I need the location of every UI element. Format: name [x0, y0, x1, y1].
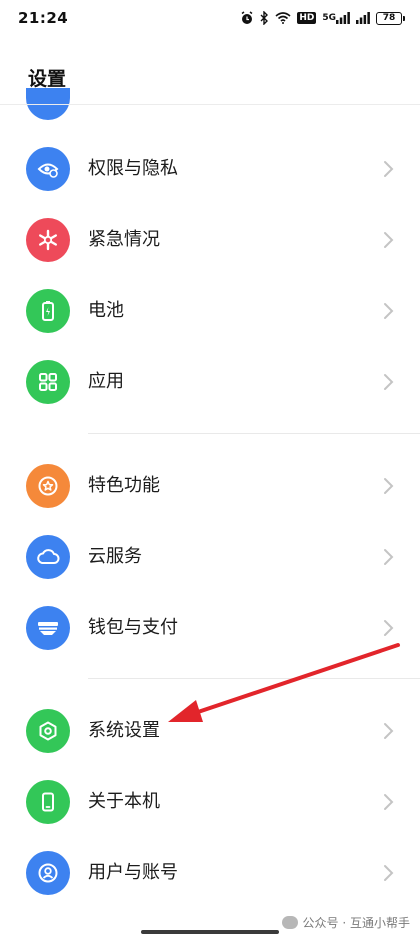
chevron-right-icon — [384, 303, 394, 319]
group-divider — [88, 433, 420, 434]
wallet-icon — [26, 606, 70, 650]
settings-item-label: 系统设置 — [88, 720, 160, 741]
settings-item-label: 云服务 — [88, 546, 142, 567]
chevron-right-icon — [384, 549, 394, 565]
chevron-right-icon — [384, 232, 394, 248]
bluetooth-icon — [260, 11, 269, 25]
chevron-right-icon — [384, 620, 394, 636]
settings-item-label: 特色功能 — [88, 475, 160, 496]
alarm-icon — [240, 11, 254, 25]
watermark: 公众号 · 互通小帮手 — [281, 914, 410, 931]
settings-item-apps[interactable]: 应用 — [0, 347, 420, 417]
cloud-icon — [26, 535, 70, 579]
hexagon-gear-icon — [26, 709, 70, 753]
page-title: 设置 — [28, 68, 67, 90]
status-time: 21:24 — [18, 9, 69, 27]
eye-shield-icon — [26, 147, 70, 191]
hd-badge: HD — [297, 12, 317, 24]
status-icons: HD 5G 78 — [240, 11, 405, 25]
settings-item-privacy[interactable]: 权限与隐私 — [0, 134, 420, 204]
home-indicator[interactable] — [141, 930, 279, 934]
watermark-text: 公众号 · 互通小帮手 — [302, 916, 410, 930]
settings-item-label: 权限与隐私 — [88, 158, 178, 179]
phone-icon — [26, 780, 70, 824]
battery-icon — [26, 289, 70, 333]
wifi-icon — [275, 12, 291, 24]
settings-item-label: 应用 — [88, 371, 124, 392]
chevron-right-icon — [384, 794, 394, 810]
chevron-right-icon — [384, 865, 394, 881]
group-divider — [88, 678, 420, 679]
star-icon — [26, 464, 70, 508]
wechat-logo-icon — [281, 916, 298, 929]
grid-icon — [26, 360, 70, 404]
settings-item-about-phone[interactable]: 关于本机 — [0, 767, 420, 837]
settings-item-label: 紧急情况 — [88, 229, 160, 250]
chevron-right-icon — [384, 374, 394, 390]
settings-item-emergency[interactable]: 紧急情况 — [0, 205, 420, 275]
chevron-right-icon — [384, 161, 394, 177]
signal-label: 5G — [322, 12, 336, 23]
settings-item-system[interactable]: 系统设置 — [0, 696, 420, 766]
cellular-signal-2-icon — [356, 12, 370, 24]
status-bar: 21:24 HD 5G 78 — [0, 0, 420, 36]
settings-item-label: 电池 — [88, 300, 124, 321]
settings-item-label: 钱包与支付 — [88, 617, 178, 638]
chevron-right-icon — [384, 478, 394, 494]
settings-item-label: 关于本机 — [88, 791, 160, 812]
settings-item-user-account[interactable]: 用户与账号 — [0, 838, 420, 908]
header-divider-line — [0, 104, 420, 105]
user-icon — [26, 851, 70, 895]
cellular-signal-icon: 5G — [322, 12, 350, 24]
chevron-right-icon — [384, 723, 394, 739]
settings-item-cloud[interactable]: 云服务 — [0, 522, 420, 592]
settings-item-wallet[interactable]: 钱包与支付 — [0, 593, 420, 663]
battery-indicator: 78 — [376, 11, 405, 25]
settings-item-battery[interactable]: 电池 — [0, 276, 420, 346]
settings-item-features[interactable]: 特色功能 — [0, 451, 420, 521]
settings-item-label: 用户与账号 — [88, 862, 178, 883]
asterisk-icon — [26, 218, 70, 262]
